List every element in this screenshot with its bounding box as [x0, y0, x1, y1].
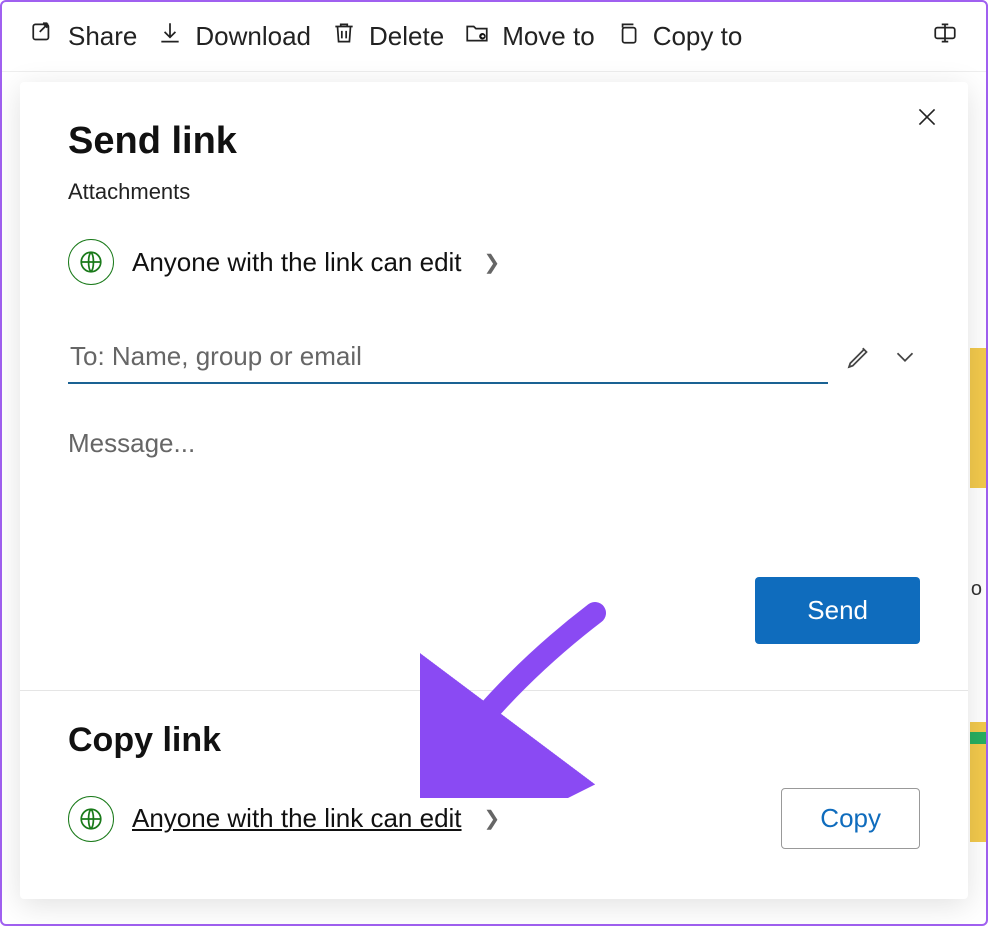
- globe-icon: [68, 239, 114, 285]
- share-icon: [30, 20, 56, 53]
- move-to-label: Move to: [502, 21, 595, 52]
- background-stripe-green: [970, 732, 986, 744]
- copy-link-permissions-text: Anyone with the link can edit: [132, 803, 462, 834]
- recipient-input[interactable]: [68, 335, 828, 384]
- background-text-fragment: o: [971, 578, 982, 601]
- trash-icon: [331, 20, 357, 53]
- copy-icon: [615, 20, 641, 53]
- globe-icon: [68, 796, 114, 842]
- move-to-button[interactable]: Move to: [464, 20, 595, 53]
- rename-icon: [932, 20, 958, 53]
- dialog-title: Send link: [68, 120, 920, 163]
- close-icon: [914, 117, 940, 134]
- copy-button[interactable]: Copy: [781, 788, 920, 849]
- close-button[interactable]: [914, 104, 940, 135]
- chevron-down-icon: [890, 359, 920, 376]
- link-permissions-text: Anyone with the link can edit: [132, 247, 462, 278]
- link-permissions-button[interactable]: Anyone with the link can edit ❯: [68, 239, 920, 285]
- dialog-subtitle: Attachments: [68, 179, 920, 205]
- download-label: Download: [195, 21, 311, 52]
- copy-link-permissions-button[interactable]: Anyone with the link can edit ❯: [68, 796, 500, 842]
- pencil-icon: [844, 359, 874, 376]
- rename-button[interactable]: [932, 20, 958, 53]
- recipient-row: [68, 335, 920, 384]
- background-stripe-yellow: [970, 348, 986, 488]
- delete-label: Delete: [369, 21, 444, 52]
- send-link-dialog: Send link Attachments Anyone with the li…: [20, 82, 968, 899]
- download-button[interactable]: Download: [157, 20, 311, 53]
- message-input[interactable]: [68, 428, 920, 568]
- folder-move-icon: [464, 20, 490, 53]
- copy-link-title: Copy link: [68, 721, 920, 760]
- share-label: Share: [68, 21, 137, 52]
- chevron-right-icon: ❯: [484, 806, 501, 831]
- permissions-dropdown-button[interactable]: [890, 342, 920, 377]
- share-button[interactable]: Share: [30, 20, 137, 53]
- chevron-right-icon: ❯: [484, 250, 501, 275]
- edit-permissions-button[interactable]: [844, 342, 874, 377]
- copy-to-label: Copy to: [653, 21, 743, 52]
- send-button[interactable]: Send: [755, 577, 920, 644]
- section-divider: [20, 690, 968, 691]
- download-icon: [157, 20, 183, 53]
- delete-button[interactable]: Delete: [331, 20, 444, 53]
- copy-link-row: Anyone with the link can edit ❯ Copy: [68, 788, 920, 849]
- command-toolbar: Share Download Delete Move to Copy to: [2, 2, 986, 72]
- copy-to-button[interactable]: Copy to: [615, 20, 743, 53]
